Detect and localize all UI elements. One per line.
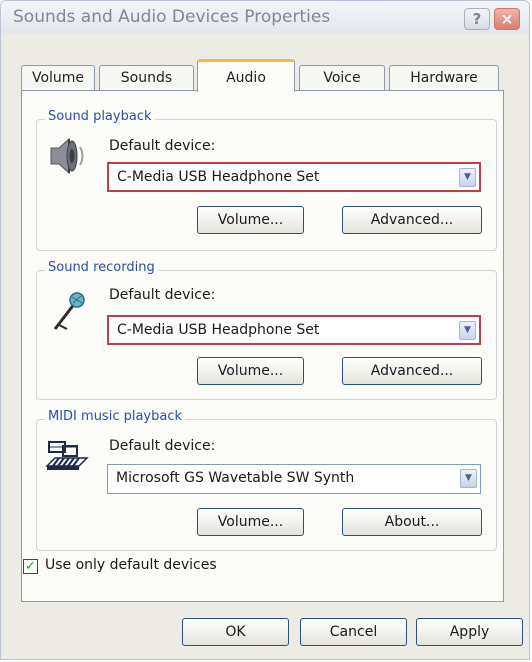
help-button[interactable]: ? — [464, 8, 490, 30]
title-bar[interactable]: Sounds and Audio Devices Properties ? × — [1, 1, 529, 33]
window-title: Sounds and Audio Devices Properties — [13, 7, 331, 27]
midi-default-device-label: Default device: — [109, 438, 216, 454]
playback-device-select[interactable]: C-Media USB Headphone Set ▼ — [107, 162, 481, 192]
midi-keyboard-icon — [45, 441, 89, 470]
close-button[interactable]: × — [494, 8, 520, 30]
playback-selected-device: C-Media USB Headphone Set — [117, 169, 320, 185]
playback-advanced-button[interactable]: Advanced... — [342, 206, 482, 234]
chevron-down-icon[interactable]: ▼ — [459, 168, 476, 187]
use-default-devices-label[interactable]: Use only default devices — [45, 557, 217, 573]
audio-tab-panel: Sound playback Default device: C-Media U… — [21, 90, 504, 602]
midi-about-button[interactable]: About... — [342, 508, 482, 536]
midi-volume-button[interactable]: Volume... — [197, 508, 304, 536]
midi-selected-device: Microsoft GS Wavetable SW Synth — [116, 470, 355, 486]
ok-button[interactable]: OK — [182, 618, 289, 646]
sound-recording-group: Sound recording Default device: C-Media … — [36, 260, 497, 400]
tab-sounds[interactable]: Sounds — [99, 65, 194, 91]
apply-button[interactable]: Apply — [416, 618, 523, 646]
playback-default-device-label: Default device: — [109, 138, 216, 154]
microphone-icon — [53, 292, 85, 330]
chevron-down-icon[interactable]: ▼ — [459, 321, 476, 340]
tab-strip: Volume Sounds Audio Voice Hardware — [21, 59, 501, 92]
midi-device-select[interactable]: Microsoft GS Wavetable SW Synth ▼ — [107, 464, 481, 494]
midi-playback-group: MIDI music playback Default device: Micr… — [36, 409, 497, 551]
recording-advanced-button[interactable]: Advanced... — [342, 357, 482, 385]
midi-playback-title: MIDI music playback — [45, 409, 186, 424]
playback-volume-button[interactable]: Volume... — [197, 206, 304, 234]
cancel-button[interactable]: Cancel — [300, 618, 407, 646]
tab-audio[interactable]: Audio — [197, 59, 295, 92]
tab-hardware[interactable]: Hardware — [389, 65, 499, 91]
dialog-window: Sounds and Audio Devices Properties ? × … — [0, 0, 530, 660]
chevron-down-icon[interactable]: ▼ — [460, 469, 477, 488]
recording-volume-button[interactable]: Volume... — [197, 357, 304, 385]
tab-voice[interactable]: Voice — [299, 65, 385, 91]
recording-default-device-label: Default device: — [109, 287, 216, 303]
tab-volume[interactable]: Volume — [21, 65, 95, 91]
recording-selected-device: C-Media USB Headphone Set — [117, 322, 320, 338]
sound-playback-title: Sound playback — [45, 109, 155, 124]
sound-playback-group: Sound playback Default device: C-Media U… — [36, 109, 497, 251]
speaker-icon — [50, 137, 84, 175]
recording-device-select[interactable]: C-Media USB Headphone Set ▼ — [107, 315, 481, 345]
use-default-devices-checkbox[interactable]: ✓ — [23, 559, 38, 574]
sound-recording-title: Sound recording — [45, 260, 158, 275]
